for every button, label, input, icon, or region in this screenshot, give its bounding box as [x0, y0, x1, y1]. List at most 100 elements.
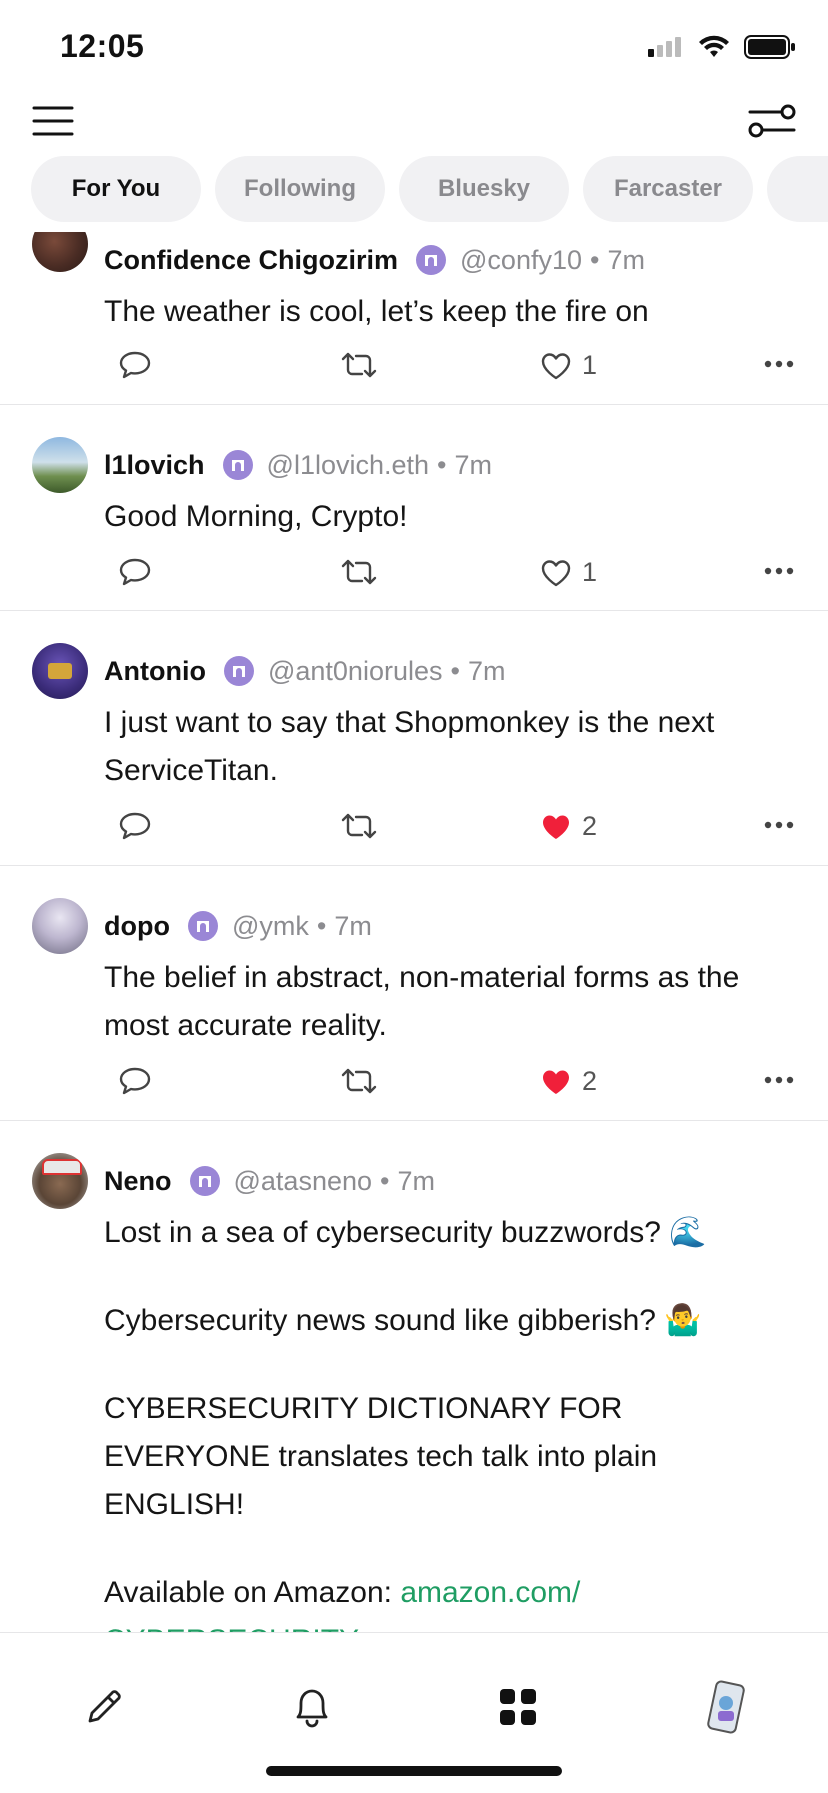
comment-icon: [119, 558, 151, 586]
recast-button[interactable]: [340, 811, 378, 841]
post-header: Confidence Chigozirim @confy10 • 7m: [104, 232, 794, 288]
recast-button[interactable]: [340, 1066, 378, 1096]
post-header: Neno @atasneno • 7m: [104, 1153, 794, 1209]
like-count: 2: [582, 811, 598, 841]
cellular-signal-icon: [648, 37, 681, 57]
post[interactable]: Antonio @ant0niorules • 7m I just want t…: [0, 611, 828, 866]
ellipsis-icon: [764, 1076, 794, 1084]
battery-icon: [744, 35, 795, 59]
tab-farcaster[interactable]: Farcaster: [583, 156, 753, 222]
repost-icon: [341, 559, 377, 585]
more-options-button[interactable]: [764, 821, 794, 829]
author-name[interactable]: Confidence Chigozirim: [104, 245, 398, 276]
repost-icon: [341, 813, 377, 839]
author-handle: @confy10: [460, 244, 582, 275]
bell-icon: [296, 1689, 328, 1728]
like-button[interactable]: 1: [540, 557, 597, 588]
heart-filled-icon: [543, 815, 569, 839]
post-time: 7m: [467, 655, 506, 686]
author-name[interactable]: l1lovich: [104, 450, 205, 481]
farcaster-badge-icon: [222, 450, 253, 480]
repost-icon: [341, 1068, 377, 1094]
amazon-link-continued[interactable]: CYBERSECURITY: [104, 1617, 794, 1632]
comment-icon: [119, 351, 151, 379]
more-options-button[interactable]: [764, 360, 794, 368]
post-header: l1lovich @l1lovich.eth • 7m: [104, 437, 794, 493]
author-name[interactable]: Antonio: [104, 656, 206, 687]
tab-for-you[interactable]: For You: [31, 156, 201, 222]
recast-button[interactable]: [340, 350, 378, 380]
post-text: The weather is cool, let’s keep the fire…: [104, 288, 794, 336]
post[interactable]: dopo @ymk • 7m The belief in abstract, n…: [0, 866, 828, 1121]
post-actions: 2: [0, 1060, 828, 1118]
feed: Confidence Chigozirim @confy10 • 7m The …: [0, 232, 828, 1632]
tab-bluesky[interactable]: Bluesky: [399, 156, 569, 222]
ellipsis-icon: [764, 360, 794, 368]
author-name[interactable]: Neno: [104, 1166, 172, 1197]
more-options-button[interactable]: [764, 1076, 794, 1084]
recast-button[interactable]: [340, 557, 378, 587]
author-name[interactable]: dopo: [104, 911, 170, 942]
comment-icon: [119, 812, 151, 840]
post-paragraph: Available on Amazon:: [104, 1576, 401, 1609]
wifi-icon: [699, 35, 729, 57]
post-text: The belief in abstract, non-material for…: [104, 954, 794, 1050]
separator-dot: •: [590, 244, 600, 275]
reply-button[interactable]: [118, 811, 152, 841]
reply-button[interactable]: [118, 1066, 152, 1096]
reply-button[interactable]: [118, 557, 152, 587]
post-text-line: I just want to say that Shopmonkey is th…: [104, 706, 715, 787]
post-header: Antonio @ant0niorules • 7m: [104, 643, 794, 699]
notifications-button[interactable]: [282, 1677, 342, 1737]
author-handle: @ant0niorules: [267, 655, 443, 686]
separator-dot: •: [380, 1165, 390, 1196]
status-icons: [648, 34, 796, 60]
ellipsis-icon: [764, 567, 794, 575]
menu-button[interactable]: [30, 98, 76, 144]
profile-avatar-icon: [707, 1680, 745, 1734]
post-text-line: The weather is cool, let’s keep the fire…: [104, 295, 649, 328]
post-text-line: Good Morning, Crypto!: [104, 500, 408, 533]
tab-following[interactable]: Following: [215, 156, 385, 222]
farcaster-badge-icon: [416, 245, 447, 275]
top-bar: [0, 90, 828, 160]
post-actions: 2: [0, 805, 828, 863]
post-text: I just want to say that Shopmonkey is th…: [104, 699, 794, 795]
author-handle: @ymk: [231, 910, 309, 941]
amazon-link[interactable]: amazon.com/: [400, 1576, 580, 1609]
separator-dot: •: [437, 449, 447, 480]
post-time: 7m: [607, 244, 645, 275]
status-time: 12:05: [60, 28, 145, 64]
status-bar: 12:05: [0, 0, 828, 90]
feeds-grid-button[interactable]: [488, 1677, 548, 1737]
sliders-icon: [748, 104, 796, 138]
separator-dot: •: [450, 655, 460, 686]
hamburger-menu-icon: [32, 106, 74, 136]
ellipsis-icon: [764, 821, 794, 829]
post-text: Good Morning, Crypto!: [104, 493, 794, 541]
feed-settings-button[interactable]: [746, 98, 798, 144]
like-count: 1: [582, 557, 598, 587]
reply-button[interactable]: [118, 350, 152, 380]
like-button[interactable]: 2: [540, 1066, 597, 1097]
author-handle: @atasneno: [233, 1165, 373, 1196]
post-header: dopo @ymk • 7m: [104, 898, 794, 954]
home-indicator: [266, 1766, 562, 1776]
post-paragraph: CYBERSECURITY DICTIONARY FOR EVERYONE tr…: [104, 1392, 658, 1521]
feed-tabs: For You Following Bluesky Farcaster: [0, 156, 828, 226]
post[interactable]: Neno @atasneno • 7m Lost in a sea of cyb…: [0, 1121, 828, 1632]
more-options-button[interactable]: [764, 567, 794, 575]
post-actions: 1: [0, 551, 828, 609]
farcaster-badge-icon: [187, 911, 218, 941]
tab-more-partial[interactable]: [767, 156, 828, 222]
post-actions: 1: [0, 344, 828, 402]
heart-outline-icon: [541, 559, 571, 586]
post[interactable]: l1lovich @l1lovich.eth • 7m Good Morning…: [0, 405, 828, 611]
post-text-line: The belief in abstract, non-material for…: [104, 961, 740, 1042]
compose-button[interactable]: [74, 1677, 134, 1737]
profile-button[interactable]: [696, 1677, 756, 1737]
post[interactable]: Confidence Chigozirim @confy10 • 7m The …: [0, 232, 828, 405]
like-button[interactable]: 2: [540, 811, 597, 842]
repost-icon: [341, 352, 377, 378]
like-button[interactable]: 1: [540, 350, 597, 381]
